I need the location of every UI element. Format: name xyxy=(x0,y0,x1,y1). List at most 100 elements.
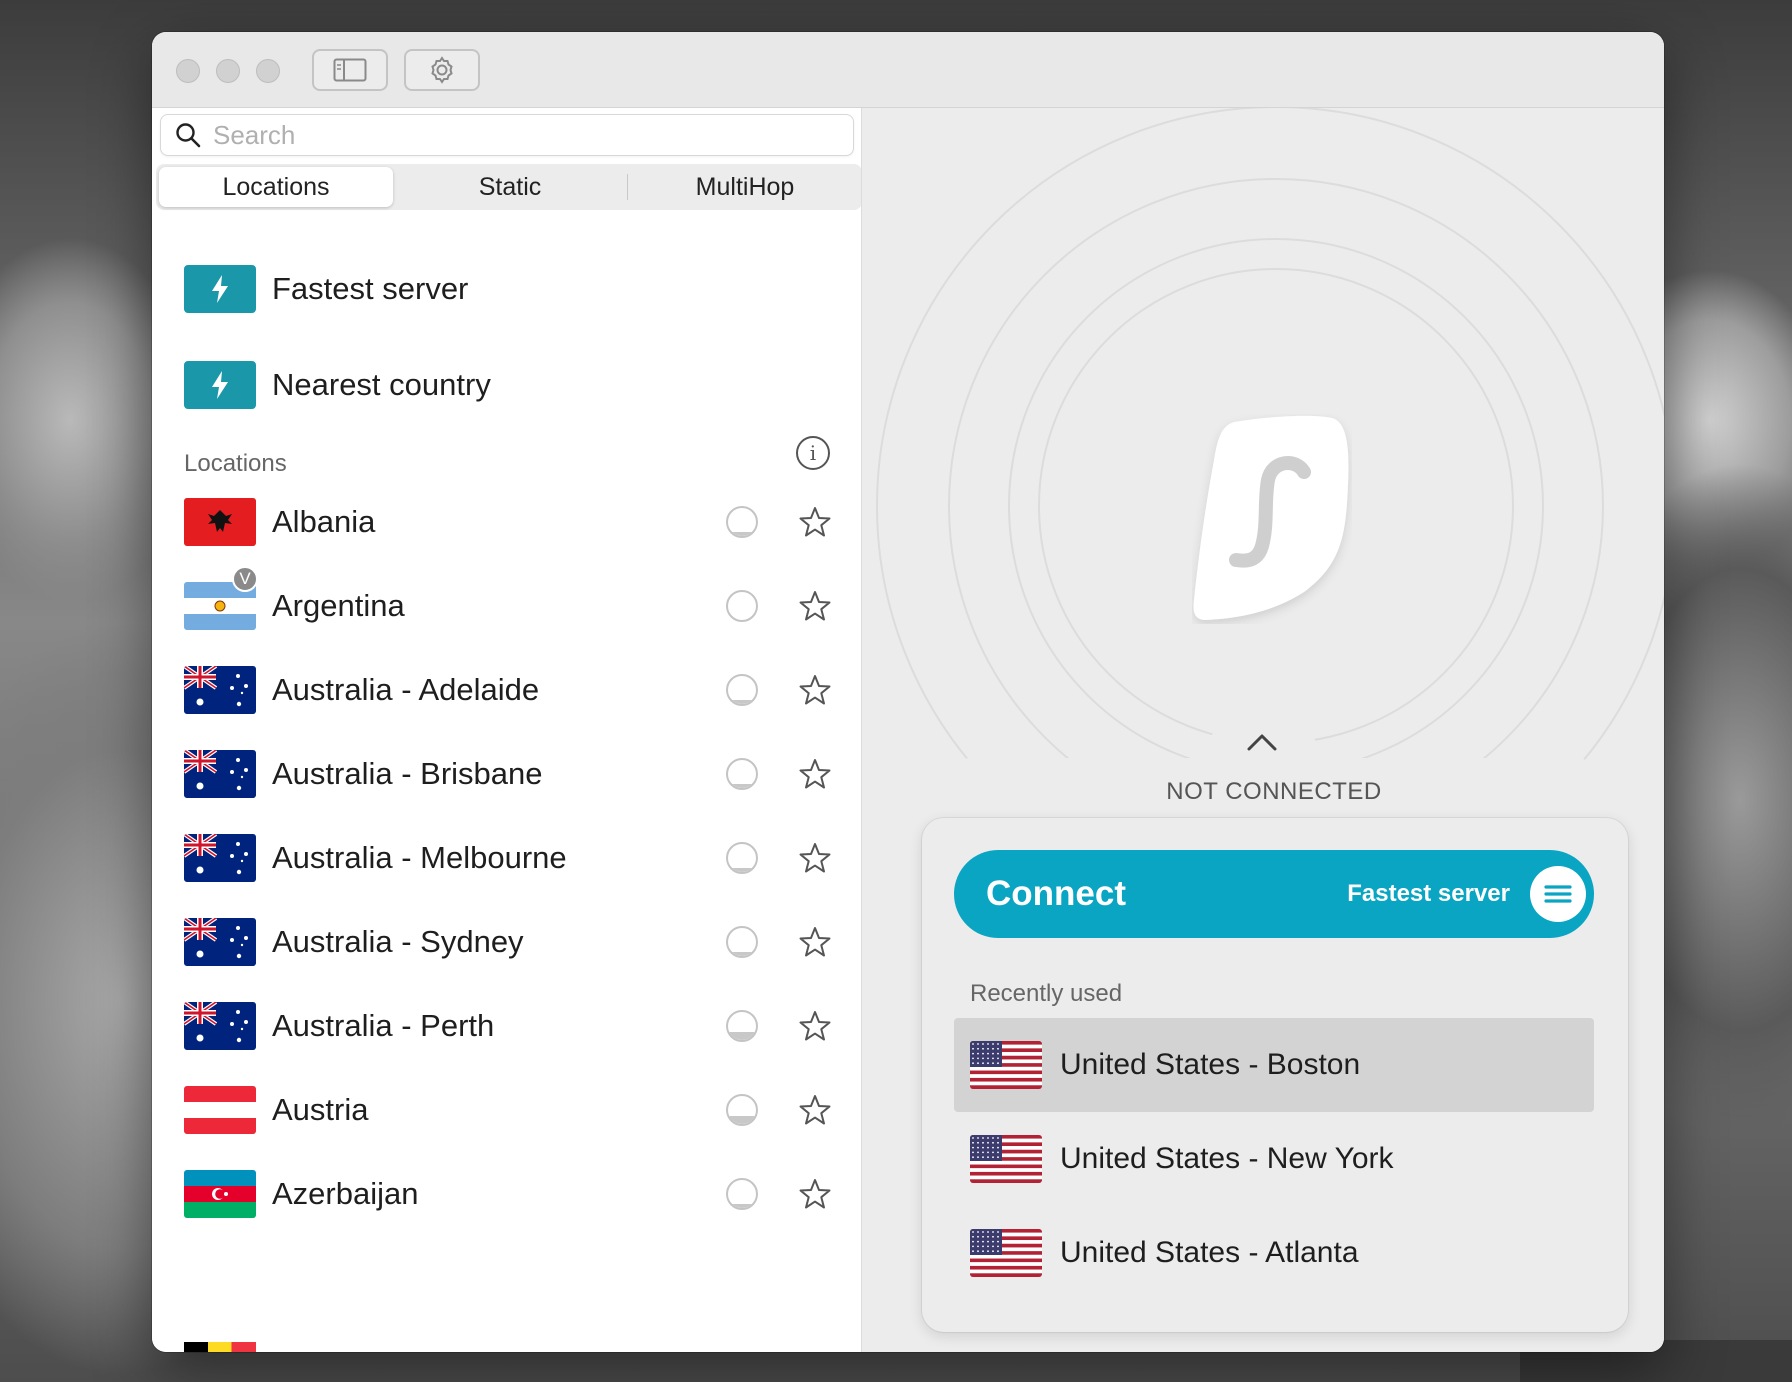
star-icon xyxy=(799,1179,831,1209)
server-load-indicator xyxy=(726,1178,758,1210)
connect-card: Connect Fastest server Recently used Uni… xyxy=(922,818,1628,1332)
recent-location-row[interactable]: United States - New York xyxy=(954,1112,1594,1206)
close-window-button[interactable] xyxy=(176,59,200,83)
lightning-icon xyxy=(212,371,228,399)
favorite-button[interactable] xyxy=(796,755,834,793)
favorite-button[interactable] xyxy=(796,923,834,961)
location-row[interactable]: Australia - Melbourne xyxy=(184,828,834,888)
connection-status: NOT CONNECTED xyxy=(1166,778,1382,805)
app-window: Locations Static MultiHop Fastest server… xyxy=(152,32,1664,1352)
surfshark-logo xyxy=(1192,414,1352,624)
chevron-up-icon xyxy=(1247,734,1277,751)
tab-static[interactable]: Static xyxy=(393,167,627,207)
zoom-window-button[interactable] xyxy=(256,59,280,83)
server-load-indicator xyxy=(726,1094,758,1126)
usa-flag-icon xyxy=(970,1229,1042,1277)
star-icon xyxy=(799,759,831,789)
location-row[interactable]: Australia - Sydney xyxy=(184,912,834,972)
fastest-server-row[interactable]: Fastest server xyxy=(184,264,468,314)
location-name: Azerbaijan xyxy=(272,1176,419,1211)
location-row[interactable]: Azerbaijan xyxy=(184,1164,834,1224)
server-load-indicator xyxy=(726,1010,758,1042)
search-box[interactable] xyxy=(160,114,854,156)
austria-flag-icon xyxy=(184,1086,256,1134)
nearest-country-row[interactable]: Nearest country xyxy=(184,360,491,410)
location-name: Argentina xyxy=(272,588,405,623)
bolt-badge xyxy=(184,265,256,313)
sidebar-toggle-button[interactable] xyxy=(312,49,388,91)
settings-button[interactable] xyxy=(404,49,480,91)
recent-location-name: United States - New York xyxy=(1060,1142,1394,1175)
location-name: Australia - Perth xyxy=(272,1008,495,1043)
location-row[interactable]: V Argentina xyxy=(184,566,834,636)
location-name: Australia - Adelaide xyxy=(272,672,540,707)
australia-flag-icon xyxy=(184,666,256,714)
favorite-button[interactable] xyxy=(796,587,834,625)
favorite-button[interactable] xyxy=(796,1007,834,1045)
australia-flag-icon xyxy=(184,918,256,966)
connect-button[interactable]: Connect Fastest server xyxy=(954,850,1594,938)
location-name: Australia - Melbourne xyxy=(272,840,567,875)
location-row[interactable]: Albania xyxy=(184,492,834,552)
tab-multihop[interactable]: MultiHop xyxy=(628,167,861,207)
australia-flag-icon xyxy=(184,1002,256,1050)
search-icon xyxy=(176,123,201,148)
server-load-indicator xyxy=(726,590,758,622)
location-name: Austria xyxy=(272,1092,369,1127)
title-bar xyxy=(152,32,1664,108)
server-load-indicator xyxy=(726,674,758,706)
location-name: Australia - Brisbane xyxy=(272,756,543,791)
recent-location-row[interactable]: United States - Atlanta xyxy=(954,1206,1594,1300)
virtual-location-badge: V xyxy=(232,566,258,592)
usa-flag-icon xyxy=(970,1135,1042,1183)
server-load-indicator xyxy=(726,842,758,874)
favorite-button[interactable] xyxy=(796,1091,834,1129)
connection-panel: NOT CONNECTED Connect Fastest server Rec… xyxy=(862,108,1664,1352)
location-row[interactable]: Australia - Perth xyxy=(184,996,834,1056)
connect-label: Connect xyxy=(986,874,1126,913)
locations-section-title: Locations xyxy=(184,450,287,477)
star-icon xyxy=(799,843,831,873)
recent-location-row[interactable]: United States - Boston xyxy=(954,1018,1594,1112)
surfshark-logo-icon xyxy=(1193,415,1349,620)
server-load-indicator xyxy=(726,926,758,958)
albania-flag-icon xyxy=(184,498,256,546)
usa-flag-icon xyxy=(970,1041,1042,1089)
server-menu-button[interactable] xyxy=(1530,866,1586,922)
favorite-button[interactable] xyxy=(796,503,834,541)
azerbaijan-flag-icon xyxy=(184,1170,256,1218)
star-icon xyxy=(799,927,831,957)
star-icon xyxy=(799,1095,831,1125)
star-icon xyxy=(799,675,831,705)
menu-icon xyxy=(1544,885,1572,903)
location-row[interactable]: Australia - Adelaide xyxy=(184,660,834,720)
gear-icon xyxy=(431,56,453,84)
location-row[interactable]: Australia - Brisbane xyxy=(184,744,834,804)
nearest-country-label: Nearest country xyxy=(272,367,491,402)
fastest-server-label: Fastest server xyxy=(272,271,469,306)
tab-locations[interactable]: Locations xyxy=(159,167,393,207)
recently-used-title: Recently used xyxy=(970,980,1123,1007)
star-icon xyxy=(799,1011,831,1041)
location-row-partial xyxy=(184,1342,256,1352)
info-icon[interactable]: i xyxy=(796,436,830,470)
selected-server-label: Fastest server xyxy=(1347,880,1510,907)
favorite-button[interactable] xyxy=(796,671,834,709)
sidebar-toggle-icon xyxy=(333,58,367,82)
location-row[interactable]: Austria xyxy=(184,1080,834,1140)
minimize-window-button[interactable] xyxy=(216,59,240,83)
location-name: Australia - Sydney xyxy=(272,924,524,959)
bolt-badge xyxy=(184,361,256,409)
locations-panel: Locations Static MultiHop Fastest server… xyxy=(152,108,862,1352)
search-input[interactable] xyxy=(213,119,813,151)
location-name: Albania xyxy=(272,504,376,539)
location-tabs: Locations Static MultiHop xyxy=(156,164,861,210)
recent-location-name: United States - Atlanta xyxy=(1060,1236,1359,1269)
lightning-icon xyxy=(212,275,228,303)
server-load-indicator xyxy=(726,758,758,790)
favorite-button[interactable] xyxy=(796,1175,834,1213)
australia-flag-icon xyxy=(184,750,256,798)
australia-flag-icon xyxy=(184,834,256,882)
favorite-button[interactable] xyxy=(796,839,834,877)
server-load-indicator xyxy=(726,506,758,538)
